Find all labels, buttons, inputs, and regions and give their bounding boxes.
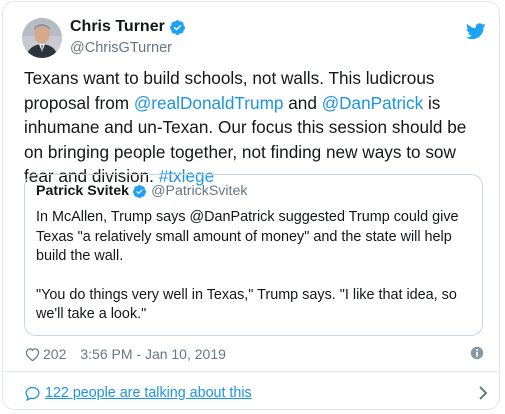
tweet-footer: 202 3:56 PM - Jan 10, 2019 [24,344,488,364]
tweet-text: Texans want to build schools, not walls.… [24,66,486,189]
comment-bubble-icon [25,386,40,401]
heart-icon[interactable] [24,346,41,363]
quoted-tweet[interactable]: Patrick Svitek @PatrickSvitek In McAllen… [24,174,483,336]
conversation-label[interactable]: 122 people are talking about this [45,385,252,401]
avatar[interactable] [22,18,62,58]
quoted-author-row: Patrick Svitek @PatrickSvitek [36,183,247,199]
author-handle[interactable]: @ChrisGTurner [70,40,172,56]
author-name[interactable]: Chris Turner [70,18,165,36]
divider [3,371,499,372]
verified-badge-icon [133,184,147,198]
avatar-image [22,18,62,58]
mention-link[interactable]: @realDonaldTrump [134,93,284,113]
chevron-right-icon[interactable] [478,385,488,401]
quoted-paragraph: In McAllen, Trump says @DanPatrick sugge… [36,209,459,264]
author-name-row[interactable]: Chris Turner [70,18,186,36]
quoted-author-name: Patrick Svitek [36,183,130,199]
tweet-card: Chris Turner @ChrisGTurner Texans want t… [2,1,500,410]
quoted-tweet-text: In McAllen, Trump says @DanPatrick sugge… [36,208,476,325]
mention-link[interactable]: @DanPatrick [322,93,424,113]
quoted-author-handle: @PatrickSvitek [151,183,248,199]
twitter-bird-icon[interactable] [466,23,486,40]
like-count[interactable]: 202 [43,346,66,362]
info-icon[interactable] [470,346,484,360]
verified-badge-icon [169,19,185,35]
tweet-text-segment: and [283,92,322,113]
quoted-paragraph: "You do things very well in Texas," Trum… [36,286,457,323]
conversation-link[interactable]: 122 people are talking about this [24,381,488,405]
tweet-timestamp[interactable]: 3:56 PM - Jan 10, 2019 [80,346,226,362]
